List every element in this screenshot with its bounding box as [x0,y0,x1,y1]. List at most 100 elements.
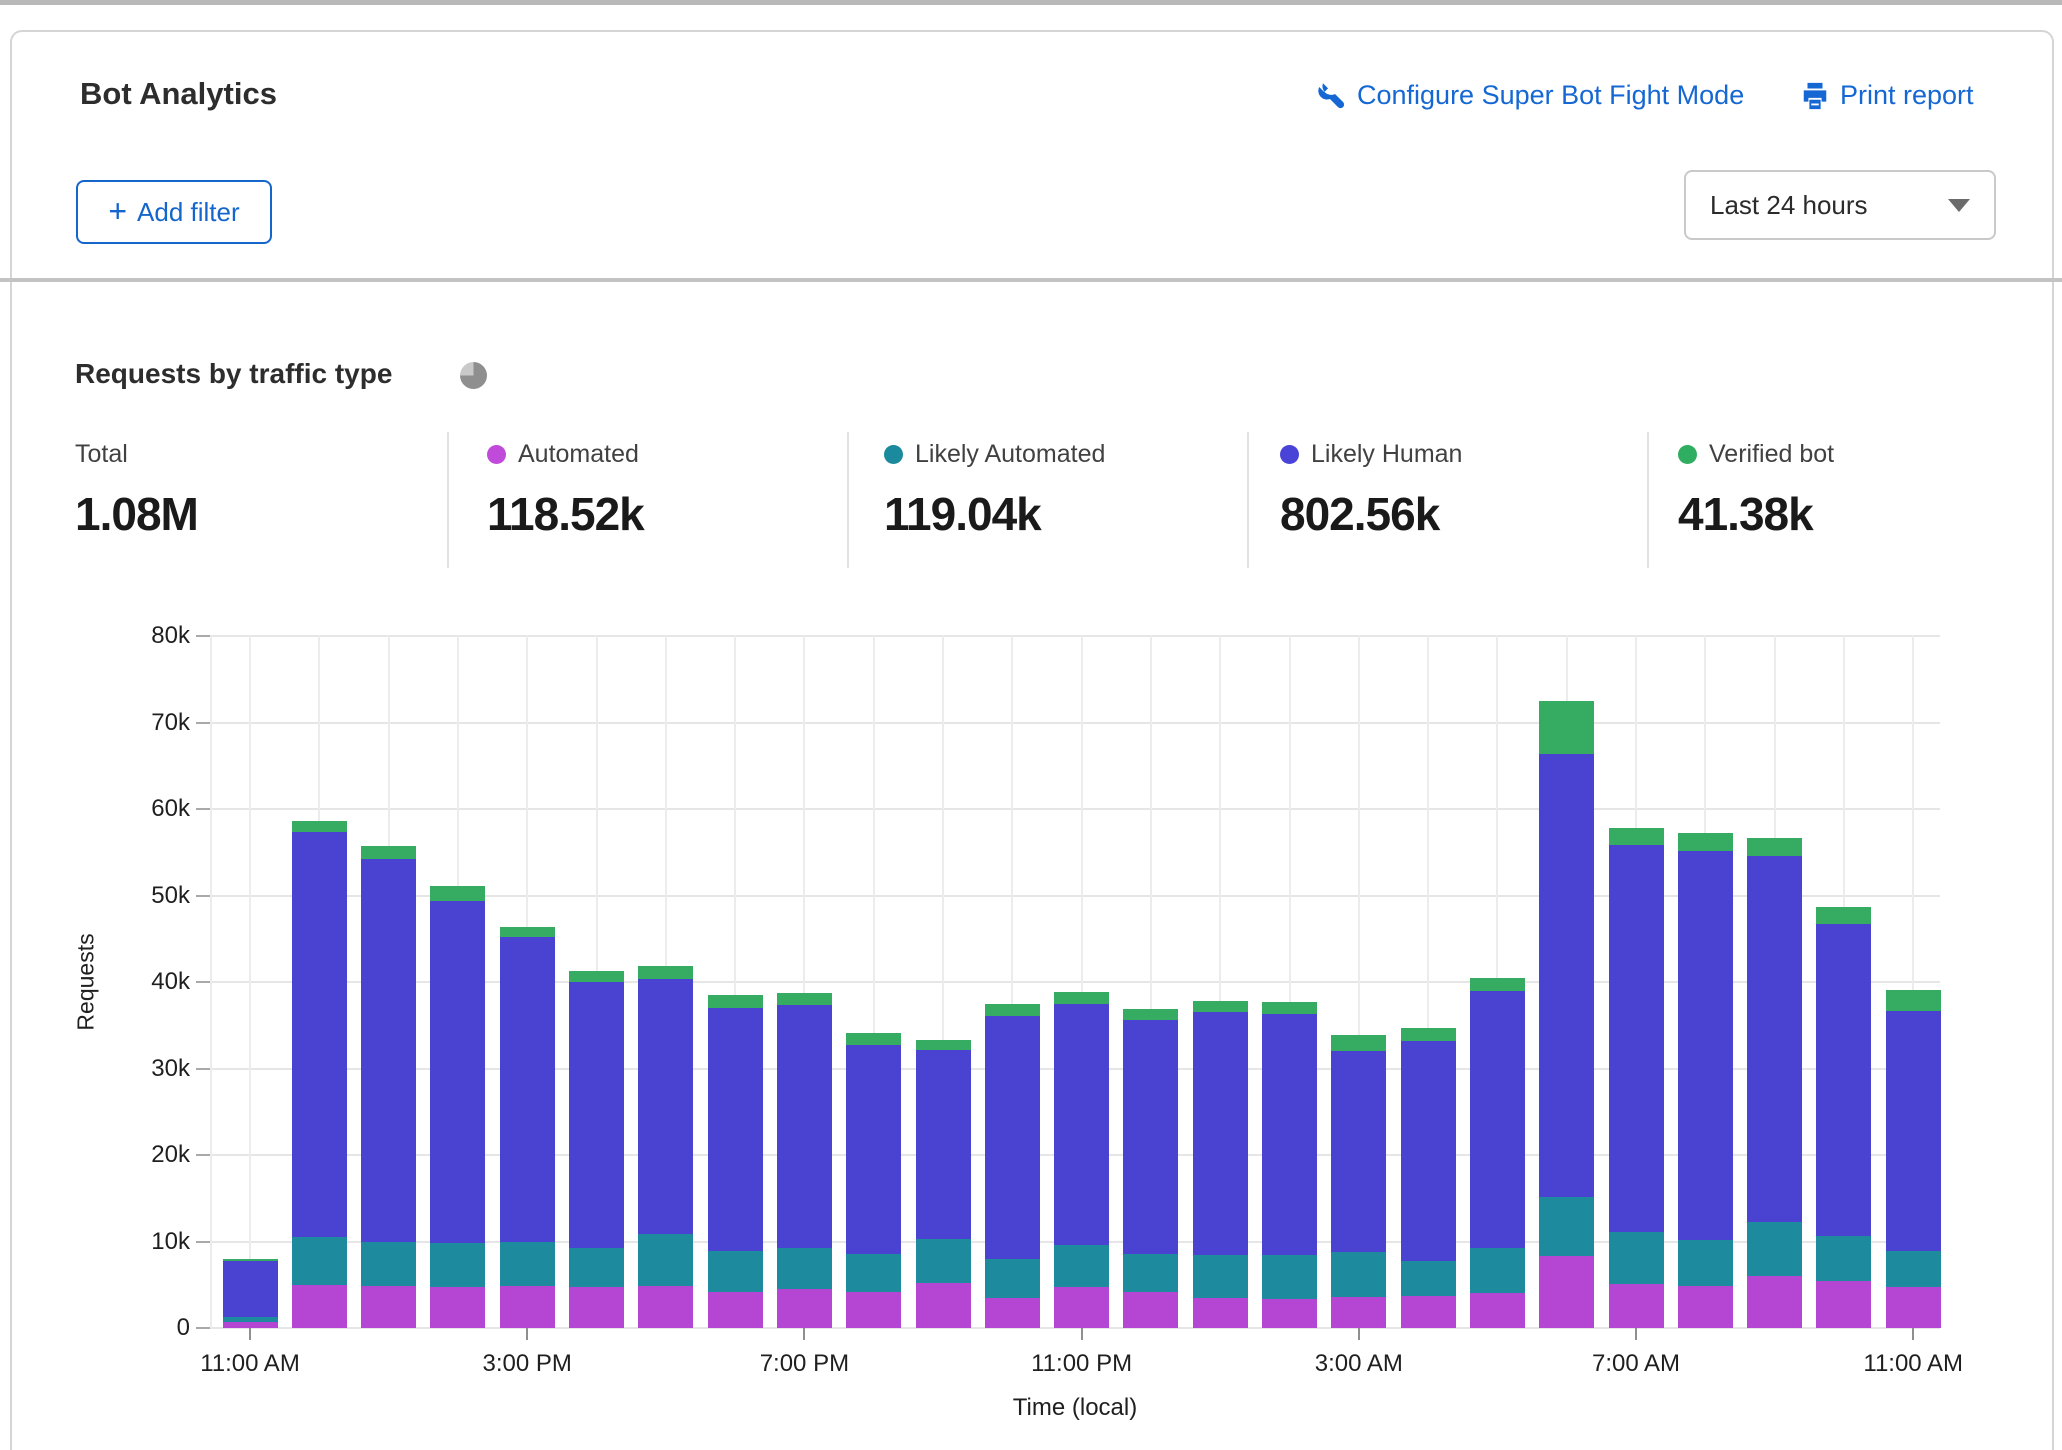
bar-segment-likely-human[interactable] [1816,924,1871,1236]
bar-segment-automated[interactable] [985,1298,1040,1328]
stacked-bar[interactable] [569,971,624,1328]
bar-segment-likely-human[interactable] [1401,1041,1456,1261]
bar-segment-automated[interactable] [1747,1276,1802,1328]
stacked-bar[interactable] [1331,1035,1386,1328]
bar-segment-verified-bot[interactable] [777,993,832,1004]
stacked-bar[interactable] [846,1033,901,1328]
stacked-bar[interactable] [985,1004,1040,1328]
bar-segment-automated[interactable] [1886,1287,1941,1328]
bar-segment-verified-bot[interactable] [1262,1002,1317,1014]
stat-likely-human[interactable]: Likely Human 802.56k [1280,440,1640,541]
bar-segment-verified-bot[interactable] [569,971,624,982]
bar-segment-automated[interactable] [777,1289,832,1328]
bar-segment-verified-bot[interactable] [1331,1035,1386,1051]
bar-segment-verified-bot[interactable] [292,821,347,831]
bar-segment-likely-automated[interactable] [500,1242,555,1286]
bar-segment-automated[interactable] [569,1287,624,1328]
bar-segment-likely-automated[interactable] [1123,1254,1178,1292]
bar-segment-likely-human[interactable] [1331,1051,1386,1252]
bar-segment-likely-human[interactable] [1747,856,1802,1222]
stacked-bar[interactable] [777,993,832,1328]
bar-segment-likely-automated[interactable] [1193,1255,1248,1297]
bar-segment-verified-bot[interactable] [985,1004,1040,1016]
bar-segment-likely-human[interactable] [1262,1014,1317,1255]
bar-segment-likely-automated[interactable] [1401,1261,1456,1296]
stacked-bar[interactable] [916,1040,971,1328]
bar-segment-likely-automated[interactable] [1816,1236,1871,1281]
bar-segment-likely-automated[interactable] [846,1254,901,1291]
bar-segment-automated[interactable] [1539,1256,1594,1328]
bar-segment-likely-automated[interactable] [1054,1245,1109,1287]
bar-segment-likely-human[interactable] [223,1261,278,1316]
bar-segment-likely-automated[interactable] [777,1248,832,1289]
stacked-bar[interactable] [292,821,347,1328]
bar-segment-likely-automated[interactable] [1747,1222,1802,1276]
bar-segment-likely-human[interactable] [846,1045,901,1254]
stacked-bar[interactable] [500,927,555,1328]
stat-automated[interactable]: Automated 118.52k [487,440,847,541]
stacked-bar[interactable] [708,995,763,1328]
bar-segment-verified-bot[interactable] [1054,992,1109,1003]
bar-segment-automated[interactable] [1262,1299,1317,1328]
stacked-bar[interactable] [1747,838,1802,1328]
bar-segment-verified-bot[interactable] [1193,1001,1248,1012]
bar-segment-likely-automated[interactable] [430,1243,485,1287]
bar-segment-verified-bot[interactable] [1747,838,1802,855]
bar-segment-likely-automated[interactable] [1678,1240,1733,1287]
bar-segment-automated[interactable] [1816,1281,1871,1328]
bar-segment-likely-automated[interactable] [1470,1248,1525,1294]
bar-segment-likely-human[interactable] [569,982,624,1248]
bar-segment-automated[interactable] [361,1286,416,1328]
bar-segment-automated[interactable] [1470,1293,1525,1328]
bar-segment-automated[interactable] [638,1286,693,1328]
bar-segment-likely-automated[interactable] [1539,1197,1594,1257]
stacked-bar[interactable] [1539,701,1594,1328]
bar-segment-likely-human[interactable] [500,937,555,1241]
bar-segment-likely-human[interactable] [985,1016,1040,1259]
bar-segment-automated[interactable] [1401,1296,1456,1328]
bar-segment-likely-automated[interactable] [916,1239,971,1283]
bar-segment-likely-automated[interactable] [292,1237,347,1285]
bar-segment-automated[interactable] [1678,1286,1733,1328]
configure-super-bot-fight-mode-link[interactable]: Configure Super Bot Fight Mode [1317,80,1744,111]
bar-segment-likely-automated[interactable] [638,1234,693,1286]
bar-segment-likely-automated[interactable] [1609,1232,1664,1284]
bar-segment-verified-bot[interactable] [708,995,763,1008]
bar-segment-verified-bot[interactable] [430,886,485,901]
bar-segment-likely-human[interactable] [1539,754,1594,1197]
bar-segment-automated[interactable] [430,1287,485,1328]
stacked-bar[interactable] [1123,1009,1178,1328]
bar-segment-verified-bot[interactable] [916,1040,971,1050]
bar-segment-automated[interactable] [916,1283,971,1328]
stacked-bar[interactable] [1886,990,1941,1328]
stacked-bar[interactable] [1262,1002,1317,1328]
bar-segment-verified-bot[interactable] [1401,1028,1456,1041]
bar-segment-verified-bot[interactable] [1886,990,1941,1011]
time-range-dropdown[interactable]: Last 24 hours [1684,170,1996,240]
bar-segment-likely-human[interactable] [638,979,693,1233]
stacked-bar[interactable] [1401,1028,1456,1328]
bar-segment-automated[interactable] [1609,1284,1664,1328]
bar-segment-likely-human[interactable] [1123,1020,1178,1254]
bar-segment-likely-human[interactable] [708,1008,763,1251]
bar-segment-likely-automated[interactable] [569,1248,624,1288]
bar-segment-automated[interactable] [708,1292,763,1328]
bar-segment-automated[interactable] [1331,1297,1386,1328]
bar-segment-likely-human[interactable] [292,832,347,1238]
bar-segment-automated[interactable] [292,1285,347,1328]
stacked-bar[interactable] [223,1259,278,1328]
bar-segment-verified-bot[interactable] [500,927,555,937]
stat-likely-automated[interactable]: Likely Automated 119.04k [884,440,1244,541]
bar-segment-likely-automated[interactable] [1262,1255,1317,1298]
bar-segment-likely-human[interactable] [1193,1012,1248,1255]
bar-segment-verified-bot[interactable] [1609,828,1664,845]
bar-segment-verified-bot[interactable] [638,966,693,979]
stacked-bar[interactable] [1816,907,1871,1328]
bar-segment-likely-human[interactable] [916,1050,971,1239]
bar-segment-likely-automated[interactable] [1331,1252,1386,1297]
bar-segment-verified-bot[interactable] [1816,907,1871,924]
bar-segment-likely-automated[interactable] [985,1259,1040,1298]
bar-segment-automated[interactable] [846,1292,901,1328]
bar-segment-verified-bot[interactable] [846,1033,901,1045]
stat-verified-bot[interactable]: Verified bot 41.38k [1678,440,2038,541]
